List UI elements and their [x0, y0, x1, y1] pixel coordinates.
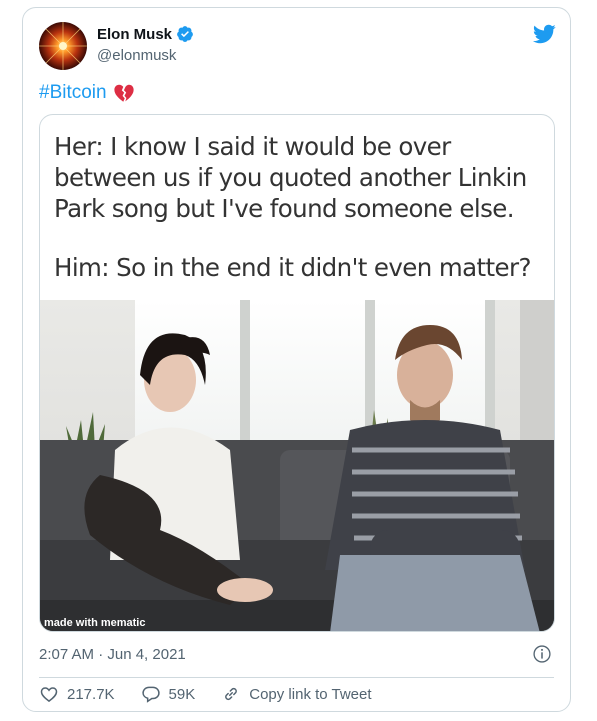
mematic-watermark: made with mematic [44, 617, 146, 629]
like-count: 217.7K [67, 685, 115, 703]
hashtag-link[interactable]: #Bitcoin [39, 82, 107, 104]
meme-caption-line: Him: So in the end it didn't even matter… [54, 253, 532, 282]
info-icon[interactable] [532, 644, 552, 664]
reply-count: 59K [168, 685, 196, 703]
author-display-name[interactable]: Elon Musk [97, 26, 172, 43]
tweet-media-image[interactable]: Her: I know I said it would be over betw… [39, 114, 555, 632]
like-button[interactable]: 217.7K [39, 684, 115, 704]
meme-caption-line: Park song but I've found someone else. [54, 194, 515, 223]
link-icon [225, 687, 238, 701]
heart-icon [40, 687, 58, 703]
divider [39, 677, 554, 678]
tweet-actions: 217.7K 59K Copy link to Tweet [39, 684, 372, 704]
twitter-bird-icon[interactable] [532, 22, 556, 46]
meme-caption-line: Her: I know I said it would be over [54, 132, 451, 161]
avatar[interactable] [39, 22, 87, 70]
copy-link-button[interactable]: Copy link to Tweet [221, 684, 372, 704]
meme-photo [40, 300, 554, 631]
tweet-timestamp[interactable]: 2:07 AM · Jun 4, 2021 [39, 646, 186, 663]
tweet-card[interactable]: Elon Musk @elonmusk #Bitcoin Her: I know… [22, 7, 571, 712]
verified-badge-icon [177, 26, 193, 42]
tweet-text: #Bitcoin [39, 82, 135, 104]
author-handle[interactable]: @elonmusk [97, 47, 176, 64]
reply-icon [141, 686, 160, 703]
broken-heart-icon [113, 84, 134, 102]
copy-link-label: Copy link to Tweet [249, 685, 372, 703]
meme-caption: Her: I know I said it would be over betw… [54, 131, 544, 283]
meme-caption-line: between us if you quoted another Linkin [54, 163, 527, 192]
author-name-row[interactable]: Elon Musk [97, 25, 194, 43]
reply-button[interactable]: 59K [141, 684, 196, 704]
